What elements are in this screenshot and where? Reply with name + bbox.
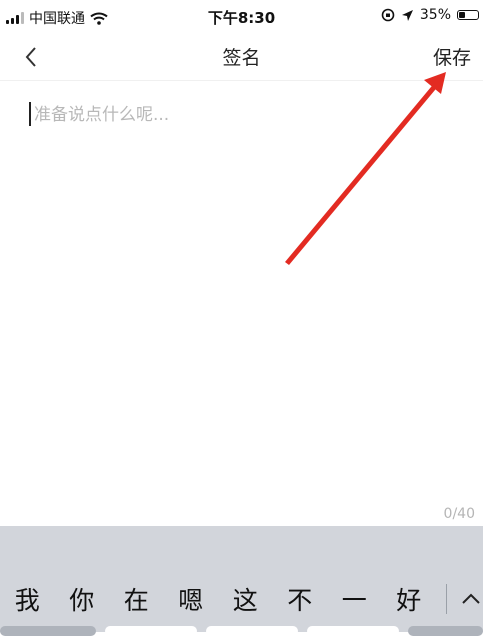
candidate-word[interactable]: 这 — [218, 581, 273, 617]
candidate-divider — [446, 584, 447, 614]
candidate-word[interactable]: 一 — [327, 581, 382, 617]
keyboard-key[interactable] — [0, 626, 96, 636]
save-button[interactable]: 保存 — [433, 43, 471, 70]
candidate-word[interactable]: 在 — [109, 581, 164, 617]
candidate-word[interactable]: 你 — [55, 581, 110, 617]
orientation-lock-icon — [381, 8, 395, 22]
status-bar: 中国联通 下午8:30 35% — [0, 0, 483, 34]
keyboard-key[interactable] — [408, 626, 483, 636]
location-icon — [401, 9, 413, 21]
candidate-word[interactable]: 好 — [382, 581, 437, 617]
keyboard-key[interactable] — [105, 626, 197, 636]
text-caret — [29, 102, 31, 126]
battery-percent: 35% — [419, 7, 451, 23]
keyboard-key[interactable] — [206, 626, 298, 636]
keyboard-key[interactable] — [307, 626, 399, 636]
status-right: 35% — [381, 7, 479, 23]
candidate-bar: 我你在嗯这不一好 — [0, 574, 483, 624]
battery-fill — [459, 12, 466, 18]
page-title: 签名 — [222, 47, 261, 69]
candidate-word[interactable]: 我 — [0, 581, 55, 617]
expand-candidates-button[interactable] — [458, 582, 483, 616]
editor-area: 0/40 — [0, 81, 483, 526]
chevron-up-icon — [461, 593, 480, 604]
battery-icon — [457, 10, 479, 20]
keyboard: 我你在嗯这不一好 — [0, 526, 483, 636]
candidate-word[interactable]: 嗯 — [164, 581, 219, 617]
signature-input[interactable] — [28, 101, 464, 129]
candidate-word[interactable]: 不 — [273, 581, 328, 617]
char-counter: 0/40 — [443, 506, 475, 522]
nav-bar: 签名 保存 — [0, 34, 483, 81]
